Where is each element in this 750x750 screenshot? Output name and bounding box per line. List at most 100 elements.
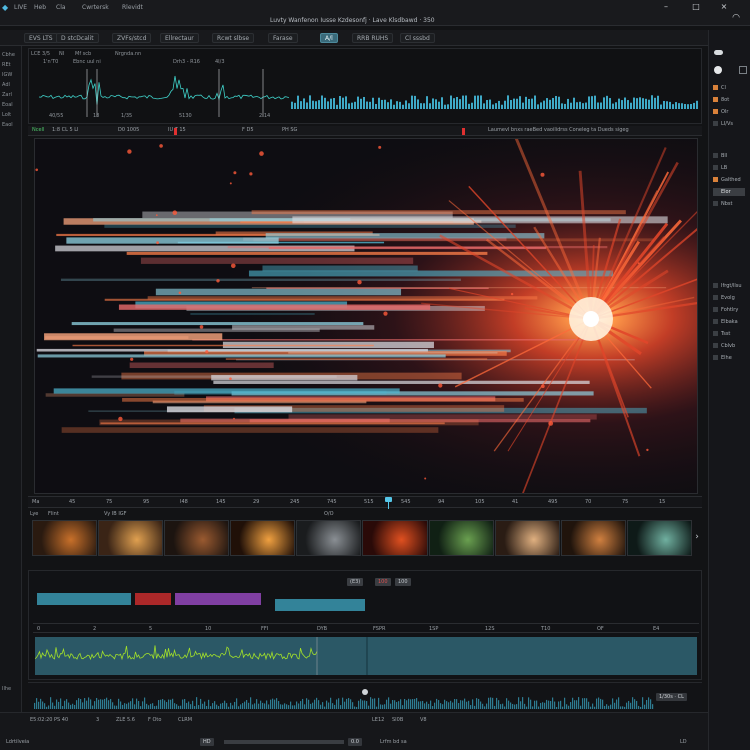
bin-tab[interactable]: Lye (30, 511, 38, 517)
tool-al-active[interactable]: A/l (320, 33, 338, 43)
playhead-handle[interactable] (385, 497, 392, 502)
overview-bar (406, 700, 408, 709)
rr-top-item[interactable]: 8ot (713, 96, 729, 104)
timeline-clip[interactable] (135, 593, 171, 605)
overview-bar (300, 701, 302, 709)
menu-item-cla[interactable]: Cla (56, 4, 66, 11)
viewer-tab[interactable]: D0 1005 (118, 127, 139, 133)
left-rail-item[interactable]: Lolt (2, 112, 11, 118)
level-bar (591, 96, 593, 109)
overview-bar (46, 706, 48, 709)
ruler-tick: 94 (438, 499, 445, 505)
status-button[interactable]: HD (200, 738, 214, 746)
media-thumbnail[interactable]: CRO (98, 520, 164, 556)
level-bar (573, 97, 575, 109)
rr-mid-item-selected[interactable]: Elor (713, 188, 745, 196)
bin-tab[interactable]: Vy IB IGF (104, 511, 127, 517)
color-picker-icon[interactable] (714, 66, 722, 74)
media-thumbnail[interactable]: LLO (428, 520, 494, 556)
rr-top-item[interactable]: LI/Vs (713, 120, 733, 128)
viewer-tab[interactable]: PH SG (282, 127, 297, 133)
app-logo-icon[interactable]: ◆ (2, 3, 8, 12)
left-rail-item[interactable]: Cbhe (2, 52, 15, 58)
left-rail-item[interactable]: Eoal (2, 102, 13, 108)
media-thumbnail[interactable]: L4C (32, 520, 98, 556)
overview-bar (436, 698, 438, 709)
rr-bottom-item[interactable]: Elbaka (713, 318, 738, 326)
close-icon[interactable]: × (718, 3, 730, 11)
timeline-control[interactable]: (E3) (347, 578, 364, 586)
timeline-clip[interactable] (175, 593, 261, 605)
transport-readout[interactable]: 1/30s · CL (656, 693, 687, 701)
left-rail-item[interactable]: Eaol (2, 122, 13, 128)
timeline-control[interactable]: 100 (395, 578, 411, 586)
status-button[interactable]: 0.0 (348, 738, 362, 746)
viewer-tab[interactable]: Ncell (32, 127, 44, 133)
rr-mid-item[interactable]: Nbst (713, 200, 732, 208)
rr-bottom-item[interactable]: Fohtlry (713, 306, 738, 314)
audio-track[interactable] (34, 637, 697, 675)
menu-item-rlevidt[interactable]: Rlevidt (122, 4, 143, 11)
bin-tab[interactable]: Flint (48, 511, 59, 517)
level-bar (420, 103, 422, 109)
viewer-tab[interactable]: F D5 (242, 127, 254, 133)
left-rail-item[interactable]: Zarl (2, 92, 12, 98)
media-thumbnail[interactable]: UCO (230, 520, 296, 556)
level-bar (492, 104, 494, 109)
tool-cl-sssbd[interactable]: Cl sssbd (400, 33, 435, 43)
tool-rrb[interactable]: RRB RUHS (352, 33, 394, 43)
media-thumbnail[interactable]: AP0 (560, 520, 626, 556)
overview-bar (366, 701, 368, 709)
video-viewer[interactable] (34, 138, 698, 494)
viewer-time-ruler[interactable]: Ma 45 75 95 I48 145 29 245 745 515 545 94 105 41 495 70… (28, 496, 702, 509)
overview-playhead[interactable] (362, 689, 368, 695)
viewer-tab[interactable]: 1:8 CL 5 LI (52, 127, 79, 133)
rr-mid-item[interactable]: Galthed (713, 176, 741, 184)
rr-bottom-item[interactable]: Tsst (713, 330, 730, 338)
rr-top-item[interactable]: Olr (713, 108, 728, 116)
tool-zvfs[interactable]: ZVFs/stcd (112, 33, 152, 43)
tool-farase[interactable]: Farase (268, 33, 298, 43)
level-bar (585, 102, 587, 109)
bin-tab[interactable]: O/O (324, 511, 334, 517)
timeline-clip[interactable] (37, 593, 131, 605)
overview-bar (56, 699, 58, 709)
timeline-ruler[interactable]: 0 2 5 10 FFI DYB FSPR 1SP 12S T10 OF E4 (33, 623, 699, 633)
tool-stcd-calit[interactable]: D stcDcalit (56, 33, 99, 43)
timeline-control[interactable]: 100 (375, 578, 391, 586)
rr-bottom-item[interactable]: Evolg (713, 294, 735, 302)
menu-item-heb[interactable]: Heb (34, 4, 46, 11)
menu-item-cwrtersk[interactable]: Cwrtersk (82, 4, 109, 11)
left-rail-item[interactable]: IGW (2, 72, 12, 78)
media-thumbnail[interactable]: IDS (494, 520, 560, 556)
menu-item-live[interactable]: LIVE (14, 4, 27, 11)
rr-top-item[interactable]: Cl (713, 84, 726, 92)
media-thumbnail[interactable]: LC0 (626, 520, 692, 556)
media-thumbnail[interactable]: AL0 (296, 520, 362, 556)
left-rail-item[interactable]: REt (2, 62, 11, 68)
tool-evs[interactable]: EVS LTS (24, 33, 58, 43)
rr-mid-item[interactable]: Bll (713, 152, 727, 160)
rr-bottom-item[interactable]: Cblvb (713, 342, 735, 350)
overview-waveform[interactable] (34, 693, 654, 709)
swatch-icon[interactable] (739, 66, 747, 74)
timeline-clip[interactable] (275, 599, 365, 611)
overview-bar (502, 703, 504, 709)
scope-sublabel: 18 (93, 113, 100, 119)
tool-ellrectaur[interactable]: Ellrectaur (160, 33, 199, 43)
media-thumbnail[interactable]: LO1 (164, 520, 230, 556)
maximize-icon[interactable]: □ (690, 3, 702, 11)
left-rail-item[interactable]: Adl (2, 82, 10, 88)
left-rail-item[interactable]: Ilhe (2, 686, 11, 692)
overview-bar (526, 706, 528, 709)
rr-bottom-item[interactable]: Elhe (713, 354, 732, 362)
rr-mid-item[interactable]: LB (713, 164, 727, 172)
chevron-right-icon[interactable]: › (692, 530, 702, 544)
toggle-switch[interactable] (714, 50, 723, 55)
status-progress-track[interactable] (224, 740, 344, 744)
level-bar (297, 95, 299, 109)
tool-rcwt[interactable]: Rcwt slbse (212, 33, 255, 43)
minimize-icon[interactable]: – (660, 3, 672, 11)
media-thumbnail[interactable]: EO1 (362, 520, 428, 556)
rr-bottom-item[interactable]: Ifrgt/llsu (713, 282, 742, 290)
